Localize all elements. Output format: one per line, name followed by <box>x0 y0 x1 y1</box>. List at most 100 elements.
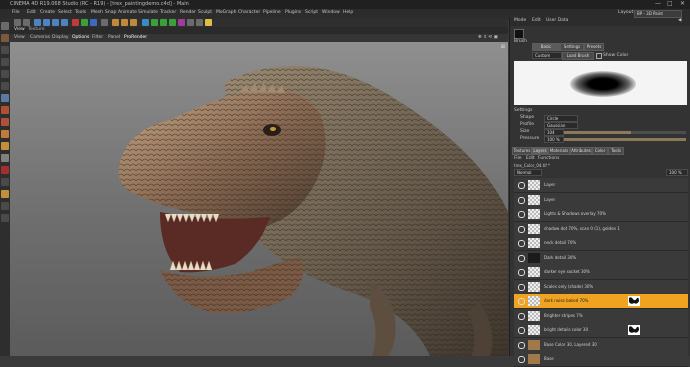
close-icon[interactable]: ✕ <box>680 0 685 7</box>
back-icon[interactable]: ◀ <box>678 18 681 23</box>
fill-tool-icon[interactable] <box>1 118 9 126</box>
tab-texture[interactable]: Texture <box>28 27 44 32</box>
deformer-icon[interactable] <box>178 19 185 26</box>
layer-row[interactable]: darker eye socket 30% <box>514 265 688 280</box>
brush-tool-icon[interactable] <box>1 94 9 102</box>
redo-icon[interactable] <box>23 19 30 26</box>
viewport-menu-prorender[interactable]: ProRender <box>124 35 147 40</box>
size-field[interactable]: 104 <box>544 129 564 136</box>
rotate-icon[interactable] <box>61 19 68 26</box>
x-axis-icon[interactable] <box>72 19 79 26</box>
eye-icon[interactable] <box>518 196 525 204</box>
subtab-settings[interactable]: Settings <box>560 43 584 51</box>
menu-simulate[interactable]: Simulate <box>138 10 158 15</box>
subtab-basic[interactable]: Basic <box>532 43 560 51</box>
eye-icon[interactable] <box>518 254 525 262</box>
viewport-nav-icons[interactable]: ⊞ <box>501 44 505 50</box>
layer-row[interactable]: Brighter stripes 7% <box>514 308 688 324</box>
layers-menu-edit[interactable]: Edit <box>526 156 535 161</box>
tab-attributes[interactable]: Attributes <box>570 147 592 155</box>
menu-file[interactable]: File <box>12 10 20 15</box>
layer-mask-thumbnail[interactable] <box>628 325 640 335</box>
viewport-menu-panel[interactable]: Panel <box>108 35 120 40</box>
attr-menu-edit[interactable]: Edit <box>532 18 541 23</box>
array-icon[interactable] <box>169 19 176 26</box>
viewport-menu-cameras[interactable]: Cameras <box>30 35 50 40</box>
menu-mograph[interactable]: MoGraph <box>216 10 236 15</box>
paint-tool-icon[interactable] <box>1 106 9 114</box>
blend-mode-dropdown[interactable]: Normal <box>514 169 542 176</box>
scale-icon[interactable] <box>52 19 59 26</box>
opacity-field[interactable]: 100 % <box>666 169 688 176</box>
points-mode-icon[interactable] <box>1 58 9 66</box>
menu-snap[interactable]: Snap <box>105 10 116 15</box>
nurbs-icon[interactable] <box>160 19 167 26</box>
cube-icon[interactable] <box>142 19 149 26</box>
viewport-menu-display[interactable]: Display <box>52 35 69 40</box>
profile-dropdown[interactable]: Gaussian <box>544 122 578 129</box>
eye-icon[interactable] <box>518 298 525 305</box>
texture-mode-icon[interactable] <box>1 34 9 42</box>
pressure-field[interactable]: 100 % <box>544 136 564 143</box>
layer-row[interactable]: Dark detail 30% <box>514 250 688 266</box>
tab-tools[interactable]: Tools <box>608 147 624 155</box>
layer-row[interactable]: Layer <box>514 192 688 208</box>
layer-row[interactable]: bright details color 30 <box>514 323 688 338</box>
render-picture-viewer-icon[interactable] <box>121 19 128 26</box>
navigation-icons[interactable]: ✥ ⇕ ⟲ ▣ <box>478 35 498 40</box>
viewport-menu-options[interactable]: Options <box>72 35 89 40</box>
coordinate-system-icon[interactable] <box>101 19 108 26</box>
size-slider[interactable] <box>564 131 686 134</box>
snap-icon[interactable] <box>1 214 9 222</box>
menu-sculpt[interactable]: Sculpt <box>198 10 212 15</box>
layers-menu-functions[interactable]: Functions <box>538 156 560 161</box>
attr-menu-mode[interactable]: Mode <box>514 18 526 23</box>
eye-icon[interactable] <box>518 356 525 363</box>
shape-dropdown[interactable]: Circle <box>544 115 578 122</box>
eye-icon[interactable] <box>518 327 525 334</box>
load-brush-button[interactable]: Load Brush <box>562 52 594 60</box>
menu-tracker[interactable]: Tracker <box>160 10 176 15</box>
viewport-menu-filter[interactable]: Filter <box>92 35 103 40</box>
undo-icon[interactable] <box>1 22 9 30</box>
layer-row[interactable]: Base <box>514 352 688 367</box>
render-view-icon[interactable] <box>112 19 119 26</box>
selection-tool-icon[interactable] <box>1 178 9 186</box>
layer-row[interactable]: dark noise baked 70% <box>514 294 688 309</box>
menu-tools[interactable]: Tools <box>75 10 86 15</box>
layer-row[interactable]: shadow dot 70%, scan 0 (1), golden 1 <box>514 221 688 237</box>
layer-row[interactable]: Scales only (shade) 30% <box>514 279 688 295</box>
y-axis-icon[interactable] <box>81 19 88 26</box>
undo-icon[interactable] <box>14 19 21 26</box>
menu-plugins[interactable]: Plugins <box>285 10 301 15</box>
object-mode-icon[interactable] <box>1 46 9 54</box>
menu-pipeline[interactable]: Pipeline <box>263 10 281 15</box>
light-icon[interactable] <box>205 19 212 26</box>
z-axis-icon[interactable] <box>90 19 97 26</box>
layer-row[interactable]: neck detail 70% <box>514 236 688 251</box>
smudge-tool-icon[interactable] <box>1 154 9 162</box>
tab-layers[interactable]: Layers <box>532 147 548 155</box>
menu-mesh[interactable]: Mesh <box>91 10 103 15</box>
pressure-slider[interactable] <box>564 138 686 141</box>
menu-select[interactable]: Select <box>58 10 72 15</box>
magic-wand-icon[interactable] <box>1 190 9 198</box>
minimize-icon[interactable]: — <box>655 0 661 7</box>
render-settings-icon[interactable] <box>130 19 137 26</box>
eye-icon[interactable] <box>518 182 525 189</box>
preset-dropdown[interactable]: Custom <box>532 52 562 59</box>
eye-icon[interactable] <box>518 341 525 349</box>
layer-row[interactable]: Base Color 30, Layered 30 <box>514 337 688 353</box>
eye-icon[interactable] <box>518 225 525 233</box>
polygons-mode-icon[interactable] <box>1 82 9 90</box>
viewport-3d[interactable]: ⊞ <box>10 42 508 356</box>
viewport-menu-view[interactable]: View <box>14 35 25 40</box>
menu-window[interactable]: Window <box>322 10 340 15</box>
floor-icon[interactable] <box>187 19 194 26</box>
attr-menu-user-data[interactable]: User Data <box>546 18 568 23</box>
eye-icon[interactable] <box>518 211 525 218</box>
menu-help[interactable]: Help <box>343 10 353 15</box>
layout-dropdown[interactable]: BP - 3D Paint <box>634 10 682 18</box>
layers-menu-file[interactable]: File <box>514 156 522 161</box>
layer-row[interactable]: Layer <box>514 178 688 193</box>
